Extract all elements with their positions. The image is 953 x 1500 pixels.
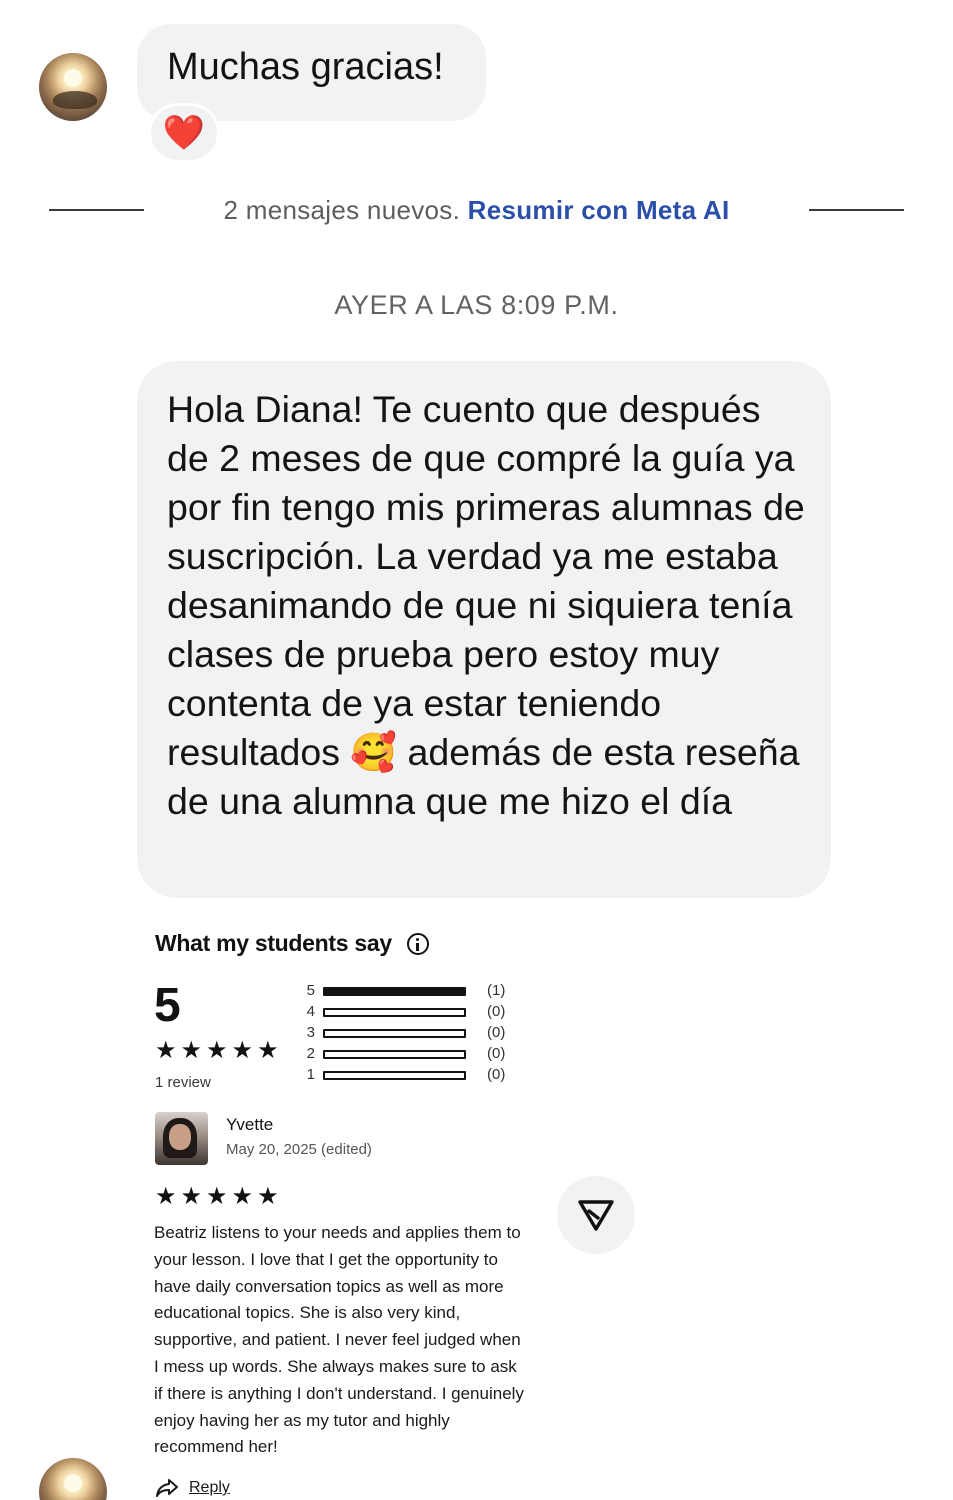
message-text: Muchas gracias! [167, 46, 444, 88]
rating-bar-stars: 2 [306, 1045, 315, 1062]
sender-avatar[interactable] [39, 53, 107, 121]
divider-line-right [809, 209, 904, 211]
rating-bar-stars: 3 [306, 1024, 315, 1041]
rating-bar-count: (0) [487, 1045, 506, 1062]
rating-bar-row: 1 (0) [303, 1066, 523, 1086]
sender-avatar-bottom[interactable] [39, 1458, 107, 1500]
rating-bar-stars: 4 [306, 1003, 315, 1020]
overall-rating: 5 [154, 979, 181, 1032]
reply-link: Reply [155, 1478, 230, 1498]
rating-bar-track [323, 1050, 466, 1059]
reviewer-name: Yvette [226, 1115, 274, 1134]
rating-bar-stars: 1 [306, 1066, 315, 1083]
rating-bar-fill [325, 989, 464, 994]
reviewer-face [169, 1124, 191, 1150]
shared-image[interactable]: What my students say 5 ★★★★★ 1 review 5 … [137, 900, 537, 1500]
rating-bar-row: 5 (1) [303, 982, 523, 1002]
rating-bar-track [323, 987, 466, 996]
send-icon [578, 1200, 614, 1231]
avatar-sun [64, 1474, 82, 1492]
review-text: Beatriz listens to your needs and applie… [154, 1223, 524, 1457]
reply-label: Reply [189, 1479, 230, 1496]
heart-reaction[interactable]: ❤️ [148, 103, 220, 163]
rating-bar-track [323, 1029, 466, 1038]
message-timestamp: AYER A LAS 8:09 P.M. [334, 290, 619, 320]
rating-bar-count: (0) [487, 1003, 506, 1020]
rating-bar-count: (0) [487, 1066, 506, 1083]
reviews-title: What my students say [155, 930, 392, 956]
message-bubble-long[interactable]: Hola Diana! Te cuento que después de 2 m… [137, 361, 831, 898]
rating-bar-count: (0) [487, 1024, 506, 1041]
rating-bar-stars: 5 [306, 982, 315, 999]
rating-bar-row: 3 (0) [303, 1024, 523, 1044]
share-button[interactable] [557, 1176, 635, 1254]
rating-bar-count: (1) [487, 982, 506, 999]
rating-bar-row: 2 (0) [303, 1045, 523, 1065]
rating-bar-track [323, 1008, 466, 1017]
review-count: 1 review [155, 1074, 211, 1091]
rating-bar-track [323, 1071, 466, 1080]
new-messages-count: 2 mensajes nuevos. [223, 195, 461, 225]
rating-bar-row: 4 (0) [303, 1003, 523, 1023]
review-stars: ★★★★★ [155, 1183, 283, 1210]
message-text-long: Hola Diana! Te cuento que después de 2 m… [167, 388, 805, 822]
review-date: May 20, 2025 (edited) [226, 1141, 372, 1158]
avatar-sun [64, 69, 82, 87]
summarize-meta-ai-link[interactable]: Resumir con Meta AI [468, 195, 730, 225]
avatar-rock [53, 91, 97, 109]
reply-arrow-icon [156, 1479, 178, 1497]
info-icon [407, 933, 429, 955]
rating-stars: ★★★★★ [155, 1037, 283, 1064]
reviewer-avatar [155, 1112, 208, 1165]
